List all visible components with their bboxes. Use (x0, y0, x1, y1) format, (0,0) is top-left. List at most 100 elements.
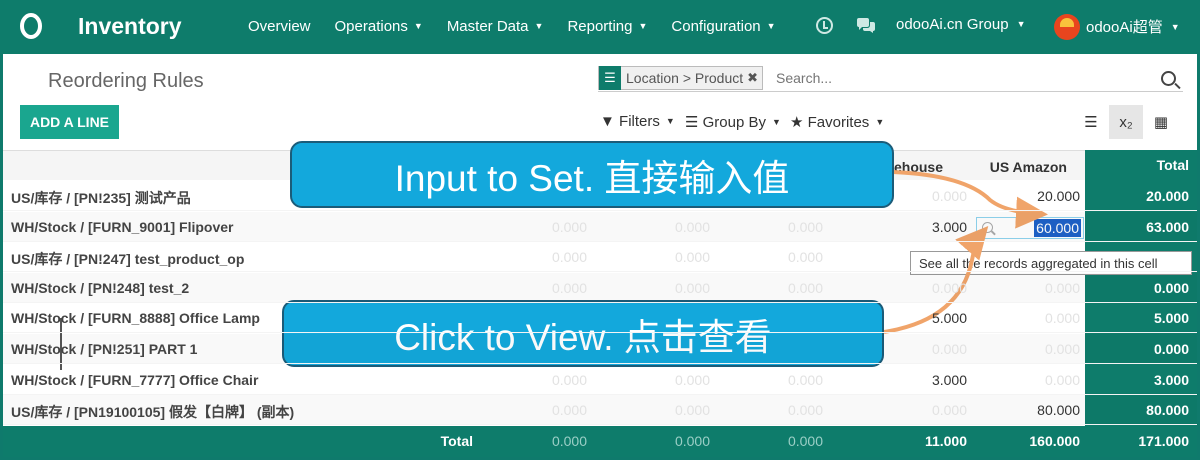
filters-label: Filters (619, 113, 660, 130)
row-total-cell[interactable]: 0.000 (1099, 280, 1189, 296)
pivot-cell[interactable]: 0.000 (620, 219, 710, 235)
total-row-label: Total (440, 433, 473, 449)
favorites-label: Favorites (807, 114, 870, 131)
pivot-cell[interactable]: 0.000 (497, 372, 587, 388)
activity-clock-icon[interactable] (816, 17, 833, 34)
pivot-cell[interactable]: 0.000 (877, 280, 967, 296)
caret-down-icon: ▼ (875, 117, 885, 127)
row-total-cell[interactable]: 3.000 (1099, 372, 1189, 388)
pivot-cell[interactable]: 0.000 (620, 402, 710, 418)
total-cell[interactable]: 0.000 (620, 433, 710, 449)
pivot-cell[interactable]: 0.000 (620, 249, 710, 265)
app-name[interactable]: Inventory (78, 13, 182, 40)
caret-down-icon: ▼ (413, 21, 423, 31)
list-view-button[interactable]: ☰ (1074, 105, 1108, 139)
pivot-cell[interactable]: 0.000 (733, 372, 823, 388)
add-line-button[interactable]: ADD A LINE (20, 105, 119, 139)
caret-down-icon: ▼ (772, 117, 781, 127)
row-header[interactable]: WH/Stock / [FURN_9001] Flipover (11, 219, 234, 235)
chat-icon[interactable] (856, 18, 876, 34)
caret-down-icon: ▼ (1016, 19, 1026, 29)
pivot-cell[interactable]: 3.000 (877, 372, 967, 388)
pivot-view-icon: x₂ (1119, 113, 1133, 131)
pivot-cell[interactable]: 0.000 (497, 219, 587, 235)
pivot-cell[interactable]: 0.000 (497, 402, 587, 418)
row-header[interactable]: WH/Stock / [PN!248] test_2 (11, 280, 189, 296)
row-header[interactable]: US/库存 / [PN!235] 测试产品 (11, 188, 191, 208)
group-by-label: Group By (702, 114, 766, 131)
pivot-cell[interactable]: 0.000 (990, 372, 1080, 388)
star-icon: ★ (790, 114, 804, 131)
pivot-cell[interactable]: 0.000 (733, 249, 823, 265)
menu-label: Operations (334, 18, 408, 35)
caret-down-icon: ▼ (766, 21, 776, 31)
facet-label: Location > Product (626, 70, 744, 86)
caret-down-icon: ▼ (1170, 22, 1180, 32)
pivot-cell[interactable]: 3.000 (877, 219, 967, 235)
pivot-cell[interactable]: 20.000 (990, 188, 1080, 204)
row-total-cell[interactable]: 80.000 (1099, 402, 1189, 418)
search-icon[interactable] (1161, 71, 1176, 86)
menu-operations[interactable]: Operations ▼ (335, 18, 423, 35)
row-total-cell[interactable]: 20.000 (1099, 188, 1189, 204)
pivot-row: US/库存 / [PN19100105] 假发【白牌】 (副本) 0.000 0.0… (3, 395, 1197, 426)
pivot-cell[interactable]: 80.000 (990, 402, 1080, 418)
filters-dropdown[interactable]: ▼ Filters ▼ (600, 113, 675, 130)
pivot-cell[interactable]: 0.000 (497, 249, 587, 265)
company-name: odooAi.cn Group (896, 16, 1009, 33)
pivot-cell[interactable]: 0.000 (497, 280, 587, 296)
search-facet-groupby[interactable]: ☰ Location > Product ✖ (598, 66, 764, 90)
row-header[interactable]: WH/Stock / [FURN_7777] Office Chair (11, 372, 258, 388)
row-total-cell[interactable]: 0.000 (1099, 341, 1189, 357)
filter-icon: ▼ (600, 113, 615, 130)
pivot-cell[interactable]: 0.000 (620, 280, 710, 296)
pivot-row: WH/Stock / [PN!248] test_2 0.000 0.000 0.00… (3, 273, 1197, 303)
pivot-row: WH/Stock / [FURN_8888] Office Lamp 5.000 0… (3, 303, 1197, 334)
search-bar: ☰ Location > Product ✖ (598, 66, 1183, 92)
favorites-dropdown[interactable]: ★ Favorites ▼ (790, 113, 884, 131)
company-switcher[interactable]: odooAi.cn Group ▼ (896, 16, 1026, 33)
menu-reporting[interactable]: Reporting ▼ (567, 18, 647, 35)
menu-configuration[interactable]: Configuration ▼ (671, 18, 775, 35)
caret-down-icon: ▼ (638, 21, 648, 31)
pivot-cell[interactable]: 0.000 (733, 280, 823, 296)
pivot-cell[interactable]: 0.000 (990, 310, 1080, 326)
row-header[interactable]: WH/Stock / [FURN_8888] Office Lamp (11, 310, 260, 326)
search-input[interactable] (776, 70, 1106, 86)
pivot-row: US/库存 / [PN!235] 测试产品 0.000 20.000 20.000 (3, 181, 1197, 211)
pivot-cell[interactable]: 0.000 (877, 341, 967, 357)
caret-down-icon: ▼ (665, 116, 675, 126)
total-cell-warehouse[interactable]: 11.000 (877, 433, 967, 449)
total-cell[interactable]: 0.000 (733, 433, 823, 449)
user-avatar[interactable] (1054, 14, 1080, 40)
pivot-cell[interactable]: 0.000 (990, 341, 1080, 357)
menu-label: Configuration (671, 18, 761, 35)
pivot-cell[interactable]: 0.000 (877, 402, 967, 418)
pivot-cell[interactable]: 0.000 (733, 219, 823, 235)
menu-label: Overview (248, 18, 311, 35)
row-total-cell[interactable]: 5.000 (1099, 310, 1189, 326)
pivot-cell[interactable]: 0.000 (733, 402, 823, 418)
close-icon[interactable]: ✖ (747, 70, 762, 86)
odoo-logo-icon[interactable] (18, 13, 44, 39)
row-total-cell[interactable]: 63.000 (1099, 219, 1189, 235)
grand-total-cell[interactable]: 171.000 (1099, 433, 1189, 449)
menu-overview[interactable]: Overview (248, 18, 311, 35)
pivot-cell[interactable]: 5.000 (877, 310, 967, 326)
kanban-view-button[interactable]: ▦ (1144, 105, 1178, 139)
pivot-cell[interactable]: 0.000 (877, 188, 967, 204)
total-cell[interactable]: 0.000 (497, 433, 587, 449)
row-header[interactable]: WH/Stock / [PN!251] PART 1 (11, 341, 197, 357)
user-menu[interactable]: odooAi超管 ▼ (1086, 16, 1180, 37)
caret-down-icon: ▼ (534, 21, 544, 31)
row-header[interactable]: US/库存 / [PN!247] test_product_op (11, 249, 244, 269)
group-by-dropdown[interactable]: ☰ Group By ▼ (685, 113, 781, 131)
col-header-us-amazon[interactable]: US Amazon (967, 159, 1067, 175)
pivot-view-button[interactable]: x₂ (1109, 105, 1143, 139)
top-navbar: Inventory Overview Operations ▼ Master Da… (0, 0, 1200, 54)
row-header[interactable]: US/库存 / [PN19100105] 假发【白牌】 (副本) (11, 402, 294, 422)
total-cell-us-amazon[interactable]: 160.000 (990, 433, 1080, 449)
pivot-cell[interactable]: 0.000 (990, 280, 1080, 296)
pivot-cell[interactable]: 0.000 (620, 372, 710, 388)
menu-master-data[interactable]: Master Data ▼ (447, 18, 544, 35)
